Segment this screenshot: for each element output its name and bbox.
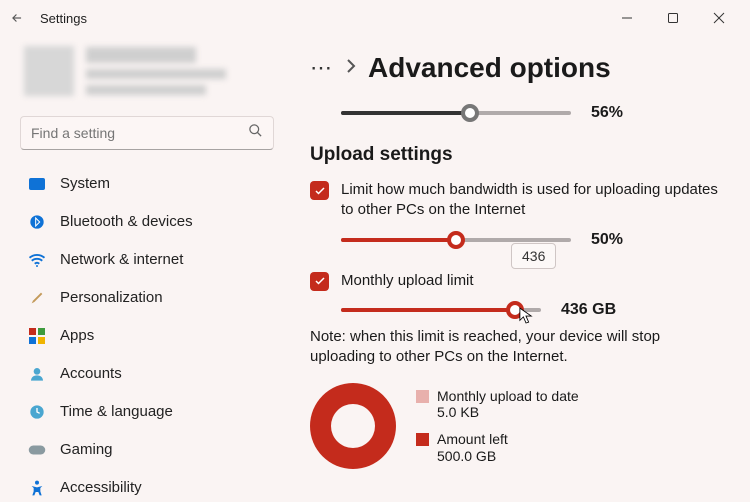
nav-label: Network & internet xyxy=(60,251,183,268)
legend-uploaded-label: Monthly upload to date xyxy=(437,388,579,405)
nav-label: Bluetooth & devices xyxy=(60,213,193,230)
nav-personalization[interactable]: Personalization xyxy=(18,280,276,316)
nav-system[interactable]: System xyxy=(18,166,276,202)
wifi-icon xyxy=(28,251,46,269)
accounts-icon xyxy=(28,365,46,383)
nav-list: System Bluetooth & devices Network & int… xyxy=(18,166,276,502)
limit-bandwidth-label: Limit how much bandwidth is used for upl… xyxy=(341,180,726,221)
nav-network[interactable]: Network & internet xyxy=(18,242,276,278)
monthly-limit-checkbox[interactable] xyxy=(310,272,329,291)
nav-accessibility[interactable]: Accessibility xyxy=(18,470,276,502)
accessibility-icon xyxy=(28,479,46,497)
chevron-right-icon xyxy=(346,59,356,78)
title-bar: Settings xyxy=(0,0,750,36)
legend-remaining-value: 500.0 GB xyxy=(437,448,508,465)
upload-bandwidth-value: 50% xyxy=(591,231,623,249)
usage-donut xyxy=(310,383,396,469)
download-limit-value: 56% xyxy=(591,104,623,122)
content-pane: ⋯ Advanced options 56% Upload settings L… xyxy=(290,36,750,502)
profile-text xyxy=(86,47,226,95)
profile-block[interactable] xyxy=(18,36,276,102)
swatch-remaining xyxy=(416,433,429,446)
limit-bandwidth-checkbox[interactable] xyxy=(310,181,329,200)
nav-label: Accessibility xyxy=(60,479,142,496)
nav-label: Gaming xyxy=(60,441,113,458)
page-title: Advanced options xyxy=(368,52,611,84)
limit-bandwidth-row: Limit how much bandwidth is used for upl… xyxy=(310,180,726,221)
swatch-uploaded xyxy=(416,390,429,403)
sidebar: System Bluetooth & devices Network & int… xyxy=(0,36,290,502)
nav-label: Personalization xyxy=(60,289,163,306)
nav-label: Time & language xyxy=(60,403,173,420)
monthly-limit-row: Monthly upload limit xyxy=(310,271,726,291)
limit-note: Note: when this limit is reached, your d… xyxy=(310,327,726,368)
search-icon xyxy=(248,123,263,143)
download-limit-slider[interactable] xyxy=(341,104,571,122)
nav-time[interactable]: Time & language xyxy=(18,394,276,430)
window-title: Settings xyxy=(40,11,87,26)
nav-apps[interactable]: Apps xyxy=(18,318,276,354)
usage-stats: Monthly upload to date 5.0 KB Amount lef… xyxy=(310,383,726,469)
bluetooth-icon xyxy=(28,213,46,231)
gaming-icon xyxy=(28,441,46,459)
minimize-button[interactable] xyxy=(604,0,650,36)
avatar xyxy=(24,46,74,96)
nav-label: Apps xyxy=(60,327,94,344)
monthly-limit-label: Monthly upload limit xyxy=(341,271,474,291)
maximize-button[interactable] xyxy=(650,0,696,36)
back-button[interactable] xyxy=(8,9,26,27)
brush-icon xyxy=(28,289,46,307)
nav-gaming[interactable]: Gaming xyxy=(18,432,276,468)
monthly-limit-slider[interactable] xyxy=(341,301,541,319)
breadcrumb-more-icon[interactable]: ⋯ xyxy=(310,55,334,81)
clock-icon xyxy=(28,403,46,421)
monthly-limit-value: 436 GB xyxy=(561,301,616,319)
close-button[interactable] xyxy=(696,0,742,36)
legend-remaining: Amount left 500.0 GB xyxy=(416,431,579,465)
legend-uploaded: Monthly upload to date 5.0 KB xyxy=(416,388,579,422)
slider-tooltip: 436 xyxy=(511,243,556,269)
legend-remaining-label: Amount left xyxy=(437,431,508,448)
nav-label: Accounts xyxy=(60,365,122,382)
nav-bluetooth[interactable]: Bluetooth & devices xyxy=(18,204,276,240)
system-icon xyxy=(28,175,46,193)
section-title: Upload settings xyxy=(310,144,726,166)
apps-icon xyxy=(28,327,46,345)
search-input[interactable] xyxy=(31,125,248,141)
nav-accounts[interactable]: Accounts xyxy=(18,356,276,392)
nav-label: System xyxy=(60,175,110,192)
legend-uploaded-value: 5.0 KB xyxy=(437,404,579,421)
search-box[interactable] xyxy=(20,116,274,150)
